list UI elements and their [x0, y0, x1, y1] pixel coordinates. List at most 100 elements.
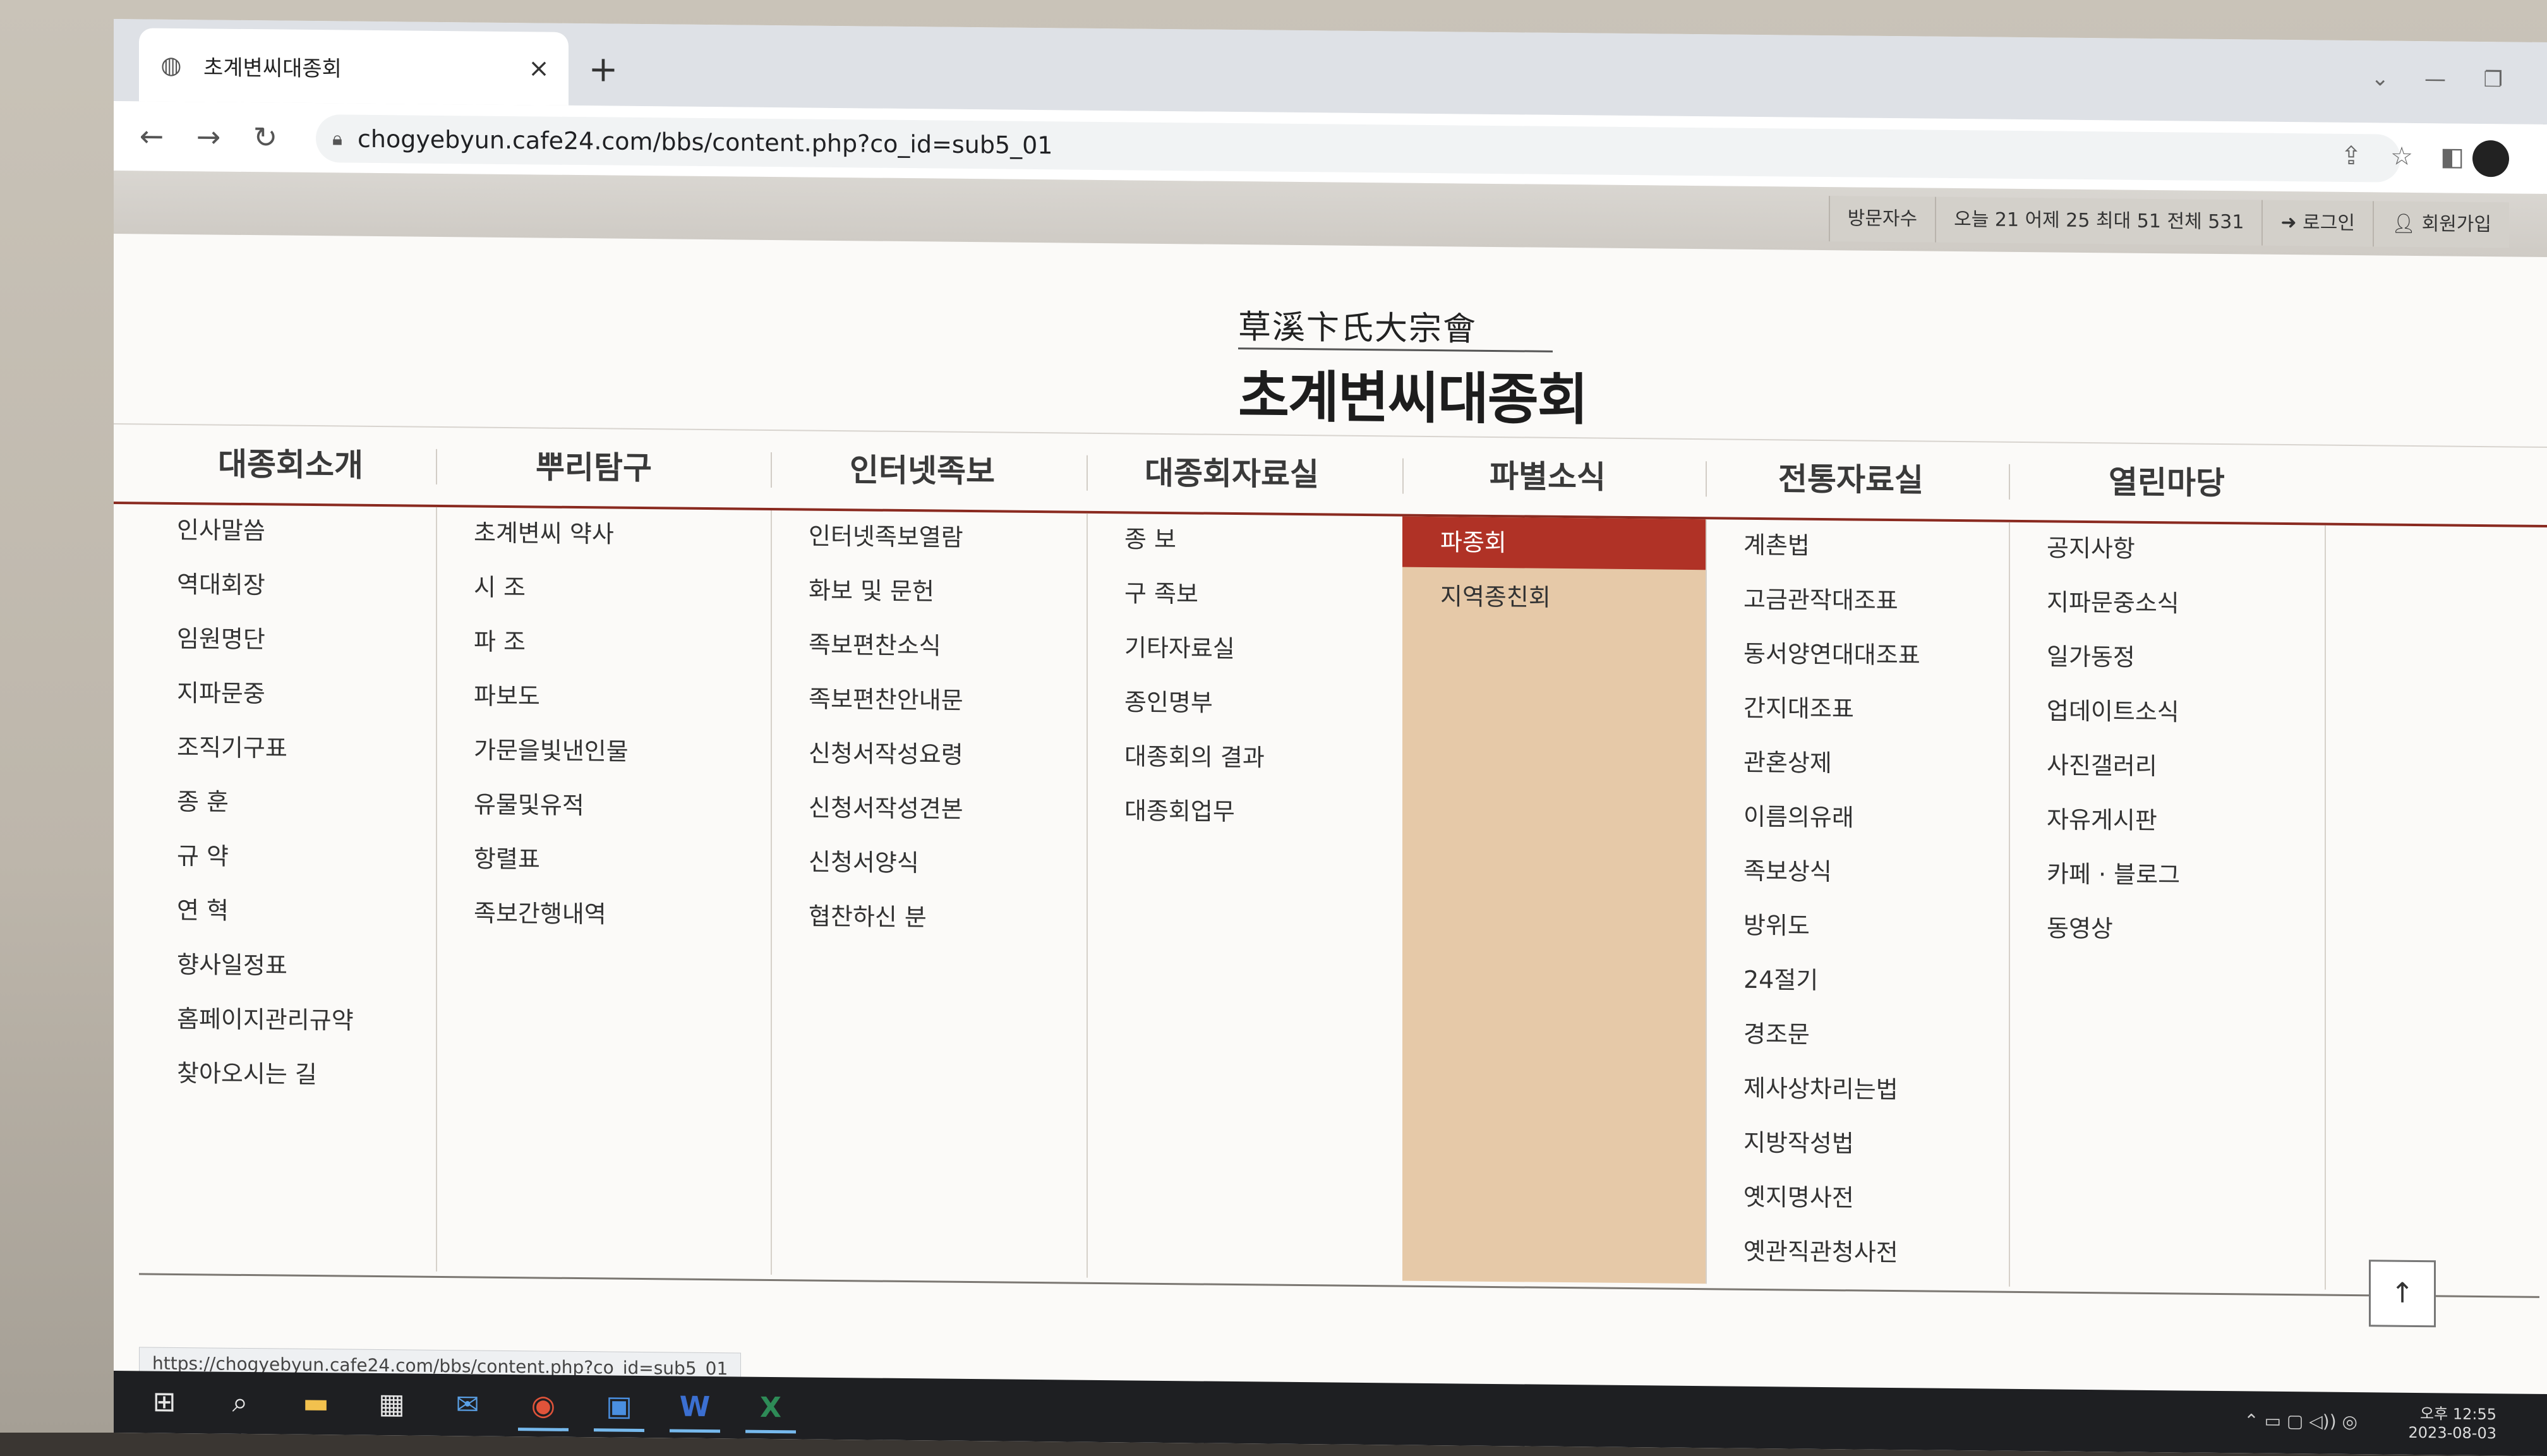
submenu-item[interactable]: 향사일정표 [139, 939, 436, 992]
star-icon[interactable]: ☆ [2383, 141, 2421, 171]
submenu-item[interactable]: 규 약 [139, 830, 436, 884]
submenu-column-4: 종 보구 족보 기타자료실 종인명부 대종회의 결과 대종회업무 [1087, 513, 1404, 1281]
minimize-icon[interactable]: — [2424, 66, 2446, 92]
submenu-item[interactable]: 자유게시판 [2009, 794, 2325, 848]
search-icon[interactable]: ⌕ [215, 1381, 265, 1426]
store-icon[interactable]: ▦ [366, 1382, 417, 1427]
submenu-item[interactable]: 협찬하신 분 [771, 891, 1087, 944]
logo-hangul: 초계변씨대종회 [1238, 364, 1587, 433]
submenu-item[interactable]: 제사상차리는법 [1706, 1062, 2009, 1116]
submenu-item[interactable]: 간지대조표 [1706, 682, 2009, 736]
submenu-item[interactable]: 지파문중소식 [2009, 577, 2325, 630]
nav-menu-3[interactable]: 인터넷족보 [764, 431, 1080, 511]
nav-menu-6[interactable]: 전통자료실 [1693, 440, 2009, 520]
submenu-item[interactable]: 공지사항 [2009, 522, 2325, 576]
submenu-item[interactable]: 경조문 [1706, 1008, 2009, 1062]
submenu-item[interactable]: 신청서양식 [771, 836, 1087, 890]
submenu-item[interactable]: 종인명부 [1087, 677, 1402, 730]
submenu-item[interactable]: 족보편찬안내문 [771, 673, 1087, 727]
chrome-icon[interactable]: ◉ [518, 1383, 569, 1431]
start-icon[interactable]: ⊞ [139, 1380, 190, 1424]
submenu-item[interactable]: 홈페이지관리규약 [139, 993, 436, 1047]
close-icon[interactable]: × [523, 54, 555, 83]
submenu-item[interactable]: 옛관직관청사전 [1706, 1225, 2009, 1279]
submenu-item[interactable]: 항렬표 [436, 833, 771, 887]
submenu-item[interactable]: 구 족보 [1087, 568, 1402, 622]
system-tray[interactable]: ⌃ ▭ ▢ ◁)) ◎ [2244, 1410, 2357, 1432]
submenu-item[interactable]: 유물및유적 [436, 779, 771, 833]
system-clock[interactable]: 오후 12:55 2023-08-03 [2409, 1404, 2496, 1443]
submenu-item[interactable]: 족보간행내역 [436, 887, 771, 941]
submenu-item[interactable]: 방위도 [1706, 899, 2009, 953]
submenu-item[interactable]: 사진갤러리 [2009, 740, 2325, 793]
submenu-column-2: 초계변씨 약사 시 조파 조 파보도 가문을빛낸인물 유물및유적 항렬표 족보간행내역 [436, 507, 772, 1275]
nav-menu-1[interactable]: 대종회소개 [133, 424, 449, 505]
lock-icon[interactable]: 🔒︎ [332, 128, 342, 150]
outlook-icon[interactable]: ▣ [594, 1384, 644, 1433]
share-icon[interactable]: ⇪ [2332, 141, 2370, 171]
excel-icon[interactable]: X [745, 1385, 796, 1434]
site-logo[interactable]: 草溪卞氏大宗會 초계변씨대종회 [1238, 300, 1617, 436]
submenu-item[interactable]: 연 혁 [139, 884, 436, 938]
submenu-item[interactable]: 24절기 [1706, 954, 2009, 1008]
submenu-item[interactable]: 이름의유래 [1706, 791, 2009, 845]
submenu-item[interactable]: 임원명단 [139, 613, 436, 666]
submenu-item[interactable]: 역대회장 [139, 558, 436, 612]
submenu-item[interactable]: 인사말씀 [139, 504, 436, 558]
restore-icon[interactable]: ❐ [2484, 67, 2503, 92]
file-explorer-icon[interactable]: ▬ [291, 1381, 341, 1426]
chevron-down-icon[interactable]: ⌄ [2371, 66, 2390, 91]
address-url[interactable]: chogyebyun.cafe24.com/bbs/content.php?co… [358, 125, 1053, 160]
back-icon[interactable]: ← [133, 119, 171, 153]
submenu-item[interactable]: 파보도 [436, 670, 771, 724]
submenu-item[interactable]: 초계변씨 약사 [436, 507, 771, 561]
submenu-item[interactable]: 시 조 [436, 562, 771, 615]
submenu-item[interactable]: 찾아오시는 길 [139, 1047, 436, 1101]
nav-menu-4[interactable]: 대종회자료실 [1074, 434, 1390, 514]
address-bar[interactable]: 🔒︎ chogyebyun.cafe24.com/bbs/content.php… [316, 114, 2400, 183]
nav-separator [1087, 455, 1088, 491]
submenu-item[interactable]: 화보 및 문헌 [771, 565, 1087, 618]
nav-menu-5[interactable]: 파별소식 [1390, 436, 1706, 517]
submenu-item[interactable]: 신청서작성요령 [771, 728, 1087, 781]
submenu-item[interactable]: 대종회의 결과 [1087, 731, 1402, 785]
submenu-item[interactable]: 카페 · 블로그 [2009, 848, 2325, 902]
submenu-item[interactable]: 족보상식 [1706, 845, 2009, 899]
submenu-item[interactable]: 가문을빛낸인물 [436, 725, 771, 778]
nav-menu-7[interactable]: 열린마당 [2009, 443, 2325, 523]
scroll-top-button[interactable]: ↑ [2369, 1260, 2436, 1328]
submenu-item[interactable]: 동서양연대대조표 [1706, 628, 2009, 682]
submenu-item[interactable]: 일가동정 [2009, 631, 2325, 685]
submenu-item[interactable]: 족보편찬소식 [771, 619, 1087, 673]
submenu-item[interactable]: 인터넷족보열람 [771, 510, 1087, 564]
submenu-item[interactable]: 지파문중 [139, 667, 436, 721]
login-link[interactable]: ➜ 로그인 [2261, 200, 2373, 247]
submenu-item[interactable]: 지역종친회 [1402, 571, 1706, 625]
sidepanel-icon[interactable]: ◧ [2433, 142, 2471, 172]
submenu-item[interactable]: 지방작성법 [1706, 1117, 2009, 1170]
nav-menu-2[interactable]: 뿌리탐구 [436, 428, 752, 508]
submenu-item[interactable]: 파 조 [436, 616, 771, 670]
word-icon[interactable]: W [670, 1385, 720, 1433]
submenu-item[interactable]: 신청서작성견본 [771, 782, 1087, 836]
reload-icon[interactable]: ↻ [246, 120, 284, 155]
browser-tab[interactable]: ◍ 초계변씨대종회 × [139, 28, 569, 105]
submenu-item[interactable]: 종 훈 [139, 776, 436, 829]
mail-icon[interactable]: ✉ [442, 1383, 493, 1428]
submenu-item[interactable]: 옛지명사전 [1706, 1171, 2009, 1225]
profile-avatar[interactable] [2472, 140, 2509, 177]
globe-icon: ◍ [160, 51, 182, 80]
submenu-item[interactable]: 대종회업무 [1087, 785, 1402, 839]
submenu-item[interactable]: 종 보 [1087, 514, 1402, 567]
submenu-item[interactable]: 조직기구표 [139, 721, 436, 775]
submenu-item[interactable]: 파종회 [1402, 516, 1706, 570]
submenu-item[interactable]: 업데이트소식 [2009, 685, 2325, 739]
forward-icon[interactable]: → [190, 119, 227, 154]
submenu-item[interactable]: 고금관작대조표 [1706, 574, 2009, 627]
new-tab-button[interactable]: + [581, 49, 625, 90]
join-link[interactable]: 👤︎ 회원가입 [2372, 201, 2509, 248]
submenu-item[interactable]: 계촌법 [1706, 519, 2009, 573]
submenu-item[interactable]: 기타자료실 [1087, 622, 1402, 676]
submenu-item[interactable]: 동영상 [2009, 903, 2325, 956]
submenu-item[interactable]: 관혼상제 [1706, 737, 2009, 790]
